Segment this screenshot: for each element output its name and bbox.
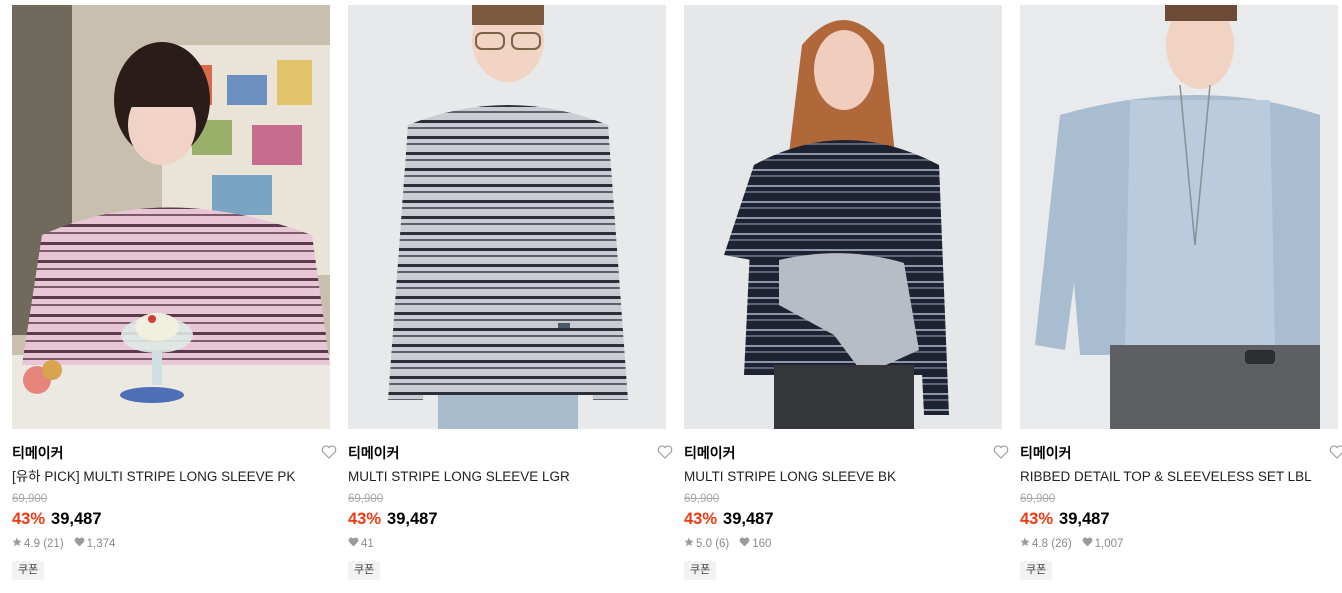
product-name[interactable]: [유하 PICK] MULTI STRIPE LONG SLEEVE PK [12,468,330,486]
product-card[interactable]: 티메이커 RIBBED DETAIL TOP & SLEEVELESS SET … [1020,5,1342,580]
like-count: 1,007 [1094,538,1124,550]
sale-price: 39,487 [51,510,102,528]
like-count: 41 [361,538,374,550]
sale-price: 39,487 [387,510,438,528]
original-price: 69,900 [12,493,48,505]
heart-filled-icon [1082,537,1093,551]
product-stats: 4.8 (26) 1,007 [1020,537,1338,551]
like-count: 160 [752,538,772,550]
rating-value: 5.0 [696,538,712,550]
review-count: (26) [1051,538,1072,550]
product-image[interactable] [348,5,666,429]
rating-value: 4.9 [24,538,40,550]
wishlist-heart-icon[interactable] [321,445,339,461]
product-name[interactable]: MULTI STRIPE LONG SLEEVE LGR [348,468,666,486]
review-count: (6) [715,538,730,550]
product-stats: 5.0 (6) 160 [684,537,1002,551]
coupon-badge: 쿠폰 [1020,561,1053,580]
heart-filled-icon [74,537,85,551]
heart-filled-icon [348,537,359,551]
product-card[interactable]: 티메이커 MULTI STRIPE LONG SLEEVE BK 69,900 … [684,5,1009,580]
product-stats: 4.9 (21) 1,374 [12,537,330,551]
brand-name[interactable]: 티메이커 [12,445,64,461]
discount-rate: 43% [1020,510,1054,528]
product-image[interactable] [684,5,1002,429]
coupon-badge: 쿠폰 [12,561,45,580]
price-row: 43% 39,487 [684,509,1002,529]
star-icon [1020,537,1030,551]
product-image[interactable] [12,5,330,429]
price-row: 43% 39,487 [12,509,330,529]
product-card[interactable]: 티메이커 MULTI STRIPE LONG SLEEVE LGR 69,900… [348,5,673,580]
brand-name[interactable]: 티메이커 [1020,445,1072,461]
product-card[interactable]: 티메이커 [유하 PICK] MULTI STRIPE LONG SLEEVE … [12,5,337,580]
review-count: (21) [43,538,64,550]
original-price: 69,900 [348,493,384,505]
rating-value: 4.8 [1032,538,1048,550]
product-grid: 티메이커 [유하 PICK] MULTI STRIPE LONG SLEEVE … [0,0,1342,593]
brand-name[interactable]: 티메이커 [684,445,736,461]
original-price: 69,900 [1020,493,1056,505]
discount-rate: 43% [12,510,46,528]
wishlist-heart-icon[interactable] [1329,445,1342,461]
wishlist-heart-icon[interactable] [657,445,675,461]
price-row: 43% 39,487 [1020,509,1338,529]
product-name[interactable]: RIBBED DETAIL TOP & SLEEVELESS SET LBL [1020,468,1338,486]
brand-name[interactable]: 티메이커 [348,445,400,461]
price-row: 43% 39,487 [348,509,666,529]
discount-rate: 43% [348,510,382,528]
coupon-badge: 쿠폰 [684,561,717,580]
coupon-badge: 쿠폰 [348,561,381,580]
product-name[interactable]: MULTI STRIPE LONG SLEEVE BK [684,468,1002,486]
heart-filled-icon [739,537,750,551]
original-price: 69,900 [684,493,720,505]
wishlist-heart-icon[interactable] [993,445,1011,461]
sale-price: 39,487 [1059,510,1110,528]
product-stats: 41 [348,537,666,551]
like-count: 1,374 [86,538,116,550]
product-image[interactable] [1020,5,1338,429]
discount-rate: 43% [684,510,718,528]
star-icon [12,537,22,551]
star-icon [684,537,694,551]
sale-price: 39,487 [723,510,774,528]
